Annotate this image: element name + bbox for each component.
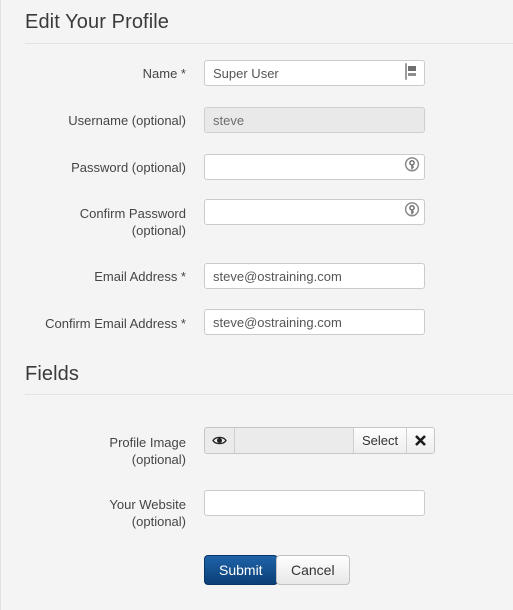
fields-section-title: Fields [25, 363, 79, 385]
confirm-password-label-line2: (optional) [131, 223, 186, 238]
password-input[interactable] [204, 154, 425, 180]
name-label: Name * [142, 66, 186, 81]
profile-image-label-line1: Profile Image [109, 435, 186, 450]
fields-section-divider [25, 394, 513, 395]
email-input[interactable] [204, 263, 425, 289]
profile-image-label: Profile Image (optional) [1, 434, 186, 468]
username-label: Username (optional) [68, 113, 186, 128]
profile-image-picker: Select [204, 427, 436, 454]
autofill-card-icon[interactable] [405, 63, 407, 80]
confirm-password-input[interactable] [204, 199, 425, 225]
submit-button[interactable]: Submit [204, 555, 278, 585]
website-label-line2: (optional) [131, 514, 186, 529]
password-label: Password (optional) [71, 160, 186, 175]
key-icon[interactable] [404, 157, 420, 174]
website-input[interactable] [204, 490, 425, 516]
email-label: Email Address * [94, 269, 186, 284]
website-label-line1: Your Website [109, 497, 186, 512]
profile-image-path-input[interactable] [235, 428, 354, 453]
eye-icon[interactable] [205, 428, 235, 453]
username-input [204, 107, 425, 133]
page-title: Edit Your Profile [25, 11, 170, 33]
confirm-email-input[interactable] [204, 309, 425, 335]
profile-section-divider [25, 43, 513, 44]
profile-image-label-line2: (optional) [131, 452, 186, 467]
website-label: Your Website (optional) [1, 496, 186, 530]
confirm-password-label: Confirm Password (optional) [1, 205, 186, 239]
confirm-password-label-line1: Confirm Password [79, 206, 186, 221]
confirm-email-label: Confirm Email Address * [45, 316, 186, 331]
profile-edit-page: Edit Your Profile Name * Username (optio… [0, 0, 513, 610]
close-x-icon[interactable] [407, 428, 435, 453]
cancel-button[interactable]: Cancel [276, 555, 350, 585]
profile-image-select-button[interactable]: Select [354, 428, 408, 453]
key-icon[interactable] [404, 202, 420, 219]
name-input[interactable] [204, 60, 425, 86]
